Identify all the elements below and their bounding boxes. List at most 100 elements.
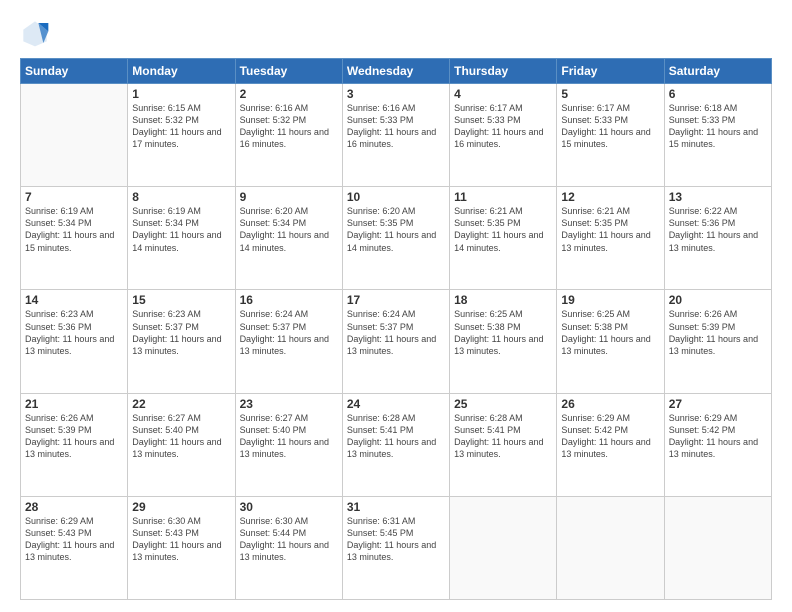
calendar-table: SundayMondayTuesdayWednesdayThursdayFrid… [20,58,772,600]
day-number: 3 [347,87,445,101]
day-number: 13 [669,190,767,204]
weekday-header: Saturday [664,59,771,84]
day-number: 18 [454,293,552,307]
weekday-header: Wednesday [342,59,449,84]
calendar-cell: 11Sunrise: 6:21 AMSunset: 5:35 PMDayligh… [450,187,557,290]
day-info: Sunrise: 6:17 AMSunset: 5:33 PMDaylight:… [561,102,659,151]
day-info: Sunrise: 6:29 AMSunset: 5:43 PMDaylight:… [25,515,123,564]
day-number: 8 [132,190,230,204]
calendar-cell: 17Sunrise: 6:24 AMSunset: 5:37 PMDayligh… [342,290,449,393]
calendar-week-row: 21Sunrise: 6:26 AMSunset: 5:39 PMDayligh… [21,393,772,496]
day-number: 19 [561,293,659,307]
calendar-cell: 28Sunrise: 6:29 AMSunset: 5:43 PMDayligh… [21,496,128,599]
day-info: Sunrise: 6:27 AMSunset: 5:40 PMDaylight:… [240,412,338,461]
day-info: Sunrise: 6:24 AMSunset: 5:37 PMDaylight:… [240,308,338,357]
calendar-cell: 26Sunrise: 6:29 AMSunset: 5:42 PMDayligh… [557,393,664,496]
day-info: Sunrise: 6:22 AMSunset: 5:36 PMDaylight:… [669,205,767,254]
calendar-cell: 6Sunrise: 6:18 AMSunset: 5:33 PMDaylight… [664,84,771,187]
day-info: Sunrise: 6:15 AMSunset: 5:32 PMDaylight:… [132,102,230,151]
calendar-cell: 16Sunrise: 6:24 AMSunset: 5:37 PMDayligh… [235,290,342,393]
weekday-header: Sunday [21,59,128,84]
day-number: 30 [240,500,338,514]
day-info: Sunrise: 6:18 AMSunset: 5:33 PMDaylight:… [669,102,767,151]
day-info: Sunrise: 6:29 AMSunset: 5:42 PMDaylight:… [669,412,767,461]
calendar-cell: 9Sunrise: 6:20 AMSunset: 5:34 PMDaylight… [235,187,342,290]
calendar-cell: 13Sunrise: 6:22 AMSunset: 5:36 PMDayligh… [664,187,771,290]
calendar-cell: 30Sunrise: 6:30 AMSunset: 5:44 PMDayligh… [235,496,342,599]
calendar-cell: 15Sunrise: 6:23 AMSunset: 5:37 PMDayligh… [128,290,235,393]
calendar-cell: 27Sunrise: 6:29 AMSunset: 5:42 PMDayligh… [664,393,771,496]
calendar-cell: 8Sunrise: 6:19 AMSunset: 5:34 PMDaylight… [128,187,235,290]
day-info: Sunrise: 6:16 AMSunset: 5:32 PMDaylight:… [240,102,338,151]
day-number: 7 [25,190,123,204]
calendar-cell: 4Sunrise: 6:17 AMSunset: 5:33 PMDaylight… [450,84,557,187]
day-number: 26 [561,397,659,411]
day-info: Sunrise: 6:25 AMSunset: 5:38 PMDaylight:… [561,308,659,357]
day-number: 5 [561,87,659,101]
day-info: Sunrise: 6:16 AMSunset: 5:33 PMDaylight:… [347,102,445,151]
day-number: 31 [347,500,445,514]
day-info: Sunrise: 6:23 AMSunset: 5:37 PMDaylight:… [132,308,230,357]
calendar-cell: 31Sunrise: 6:31 AMSunset: 5:45 PMDayligh… [342,496,449,599]
day-number: 27 [669,397,767,411]
day-info: Sunrise: 6:29 AMSunset: 5:42 PMDaylight:… [561,412,659,461]
day-info: Sunrise: 6:30 AMSunset: 5:44 PMDaylight:… [240,515,338,564]
weekday-header: Tuesday [235,59,342,84]
calendar-cell: 10Sunrise: 6:20 AMSunset: 5:35 PMDayligh… [342,187,449,290]
calendar-cell: 24Sunrise: 6:28 AMSunset: 5:41 PMDayligh… [342,393,449,496]
calendar-cell: 5Sunrise: 6:17 AMSunset: 5:33 PMDaylight… [557,84,664,187]
day-number: 23 [240,397,338,411]
day-number: 29 [132,500,230,514]
day-info: Sunrise: 6:30 AMSunset: 5:43 PMDaylight:… [132,515,230,564]
day-number: 1 [132,87,230,101]
calendar-cell: 23Sunrise: 6:27 AMSunset: 5:40 PMDayligh… [235,393,342,496]
day-info: Sunrise: 6:27 AMSunset: 5:40 PMDaylight:… [132,412,230,461]
day-info: Sunrise: 6:26 AMSunset: 5:39 PMDaylight:… [669,308,767,357]
day-number: 11 [454,190,552,204]
day-number: 22 [132,397,230,411]
day-info: Sunrise: 6:23 AMSunset: 5:36 PMDaylight:… [25,308,123,357]
day-info: Sunrise: 6:24 AMSunset: 5:37 PMDaylight:… [347,308,445,357]
calendar-week-row: 28Sunrise: 6:29 AMSunset: 5:43 PMDayligh… [21,496,772,599]
day-number: 25 [454,397,552,411]
day-number: 10 [347,190,445,204]
calendar-cell: 20Sunrise: 6:26 AMSunset: 5:39 PMDayligh… [664,290,771,393]
day-info: Sunrise: 6:20 AMSunset: 5:34 PMDaylight:… [240,205,338,254]
logo-icon [20,18,50,48]
day-number: 9 [240,190,338,204]
day-number: 17 [347,293,445,307]
calendar-cell: 12Sunrise: 6:21 AMSunset: 5:35 PMDayligh… [557,187,664,290]
calendar-cell [450,496,557,599]
day-info: Sunrise: 6:26 AMSunset: 5:39 PMDaylight:… [25,412,123,461]
day-info: Sunrise: 6:21 AMSunset: 5:35 PMDaylight:… [454,205,552,254]
day-info: Sunrise: 6:31 AMSunset: 5:45 PMDaylight:… [347,515,445,564]
calendar-cell: 1Sunrise: 6:15 AMSunset: 5:32 PMDaylight… [128,84,235,187]
calendar-cell: 2Sunrise: 6:16 AMSunset: 5:32 PMDaylight… [235,84,342,187]
calendar-week-row: 7 Sunrise: 6:19 AMSunset: 5:34 PMDaylight… [21,187,772,290]
weekday-header: Friday [557,59,664,84]
day-number: 24 [347,397,445,411]
calendar-cell: 25Sunrise: 6:28 AMSunset: 5:41 PMDayligh… [450,393,557,496]
calendar-cell: 7Sunrise: 6:19 AMSunset: 5:34 PMDaylight… [21,187,128,290]
calendar-cell: 22Sunrise: 6:27 AMSunset: 5:40 PMDayligh… [128,393,235,496]
day-number: 16 [240,293,338,307]
calendar-week-row: 14Sunrise: 6:23 AMSunset: 5:36 PMDayligh… [21,290,772,393]
day-info: Sunrise: 6:20 AMSunset: 5:35 PMDaylight:… [347,205,445,254]
day-number: 4 [454,87,552,101]
calendar-cell: 14Sunrise: 6:23 AMSunset: 5:36 PMDayligh… [21,290,128,393]
day-number: 20 [669,293,767,307]
day-info: Sunrise: 6:28 AMSunset: 5:41 PMDaylight:… [454,412,552,461]
calendar-cell: 29Sunrise: 6:30 AMSunset: 5:43 PMDayligh… [128,496,235,599]
day-number: 15 [132,293,230,307]
calendar-cell [557,496,664,599]
calendar-cell [21,84,128,187]
day-number: 28 [25,500,123,514]
page: SundayMondayTuesdayWednesdayThursdayFrid… [0,0,792,612]
day-info: Sunrise: 6:21 AMSunset: 5:35 PMDaylight:… [561,205,659,254]
day-number: 2 [240,87,338,101]
weekday-header-row: SundayMondayTuesdayWednesdayThursdayFrid… [21,59,772,84]
calendar-cell [664,496,771,599]
logo [20,18,54,48]
day-info: Sunrise: 6:19 AMSunset: 5:34 PMDaylight:… [132,205,230,254]
day-number: 21 [25,397,123,411]
